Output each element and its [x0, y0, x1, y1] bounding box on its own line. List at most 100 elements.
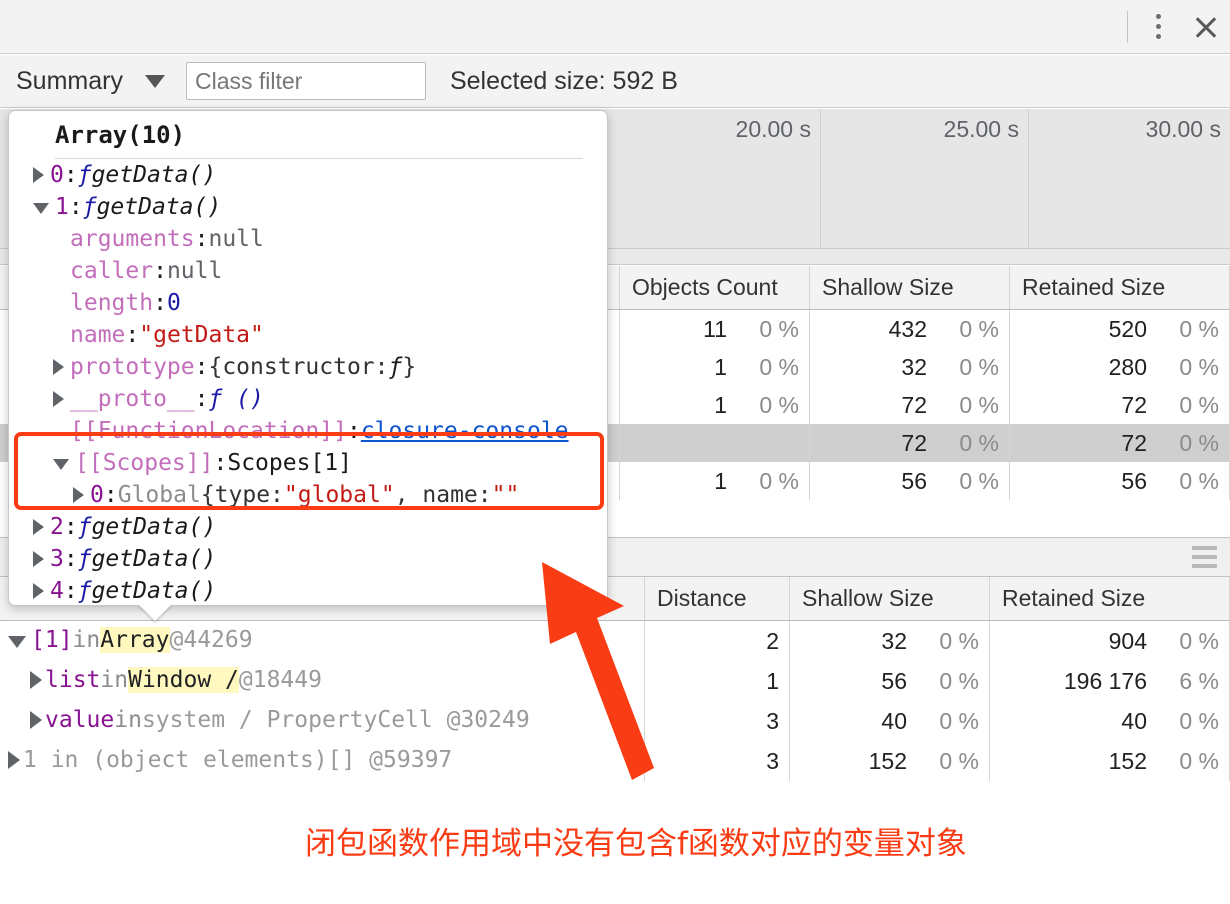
retainer-tree-row[interactable]: 1 in (object elements)[] @59397: [0, 740, 645, 780]
cell-retained-size: 520 0 %: [1010, 310, 1230, 348]
hamburger-icon[interactable]: [1192, 546, 1217, 568]
chevron-down-icon: [144, 74, 165, 88]
close-icon: [1193, 14, 1219, 40]
popup-tree-row[interactable]: 2: ƒ getData(): [9, 511, 607, 543]
collapsed-triangle-icon[interactable]: [73, 487, 84, 503]
cell-retainer-retained-size: 904 0 %: [990, 621, 1230, 661]
cell-objects-count: 10 %: [620, 348, 810, 386]
popup-token-idx: 0: [90, 482, 104, 508]
popup-token-null: null: [208, 226, 264, 252]
kebab-menu-icon: [1155, 14, 1161, 39]
popup-token-obj: , name:: [394, 482, 492, 508]
popup-token-fn: ƒ: [82, 194, 97, 220]
retainer-tree-row[interactable]: [1] in Array @44269: [0, 620, 645, 660]
devtools-window: Summary Selected size: 592 B 20.00 s 25.0…: [0, 0, 1230, 904]
popup-tree-row[interactable]: caller: null: [9, 255, 607, 287]
retainer-key: list: [45, 667, 101, 693]
collapsed-triangle-icon[interactable]: [53, 359, 64, 375]
popup-token-plain: :: [63, 578, 78, 604]
ruler-tick-label: 25.00 s: [943, 116, 1019, 142]
annotation-caption: 闭包函数作用域中没有包含f函数对应的变量对象: [305, 826, 967, 862]
devtools-tabbar: [0, 0, 1230, 54]
collapsed-triangle-icon[interactable]: [30, 711, 42, 729]
cell-retainer-shallow-size: 40 0 %: [790, 701, 990, 741]
popup-tree-row[interactable]: 0: Global {type: "global", name: "": [9, 479, 607, 511]
collapsed-triangle-icon[interactable]: [33, 583, 44, 599]
column-header-retained-size[interactable]: Retained Size: [1010, 266, 1230, 309]
column-header-retainer-shallow-size[interactable]: Shallow Size: [790, 577, 990, 620]
cell-distance: 3: [645, 741, 790, 781]
popup-token-fn: ƒ: [77, 578, 92, 604]
expanded-triangle-icon[interactable]: [53, 459, 69, 470]
popup-tree-row[interactable]: [[Scopes]]: Scopes[1]: [9, 447, 607, 479]
popup-token-plain: :: [68, 194, 83, 220]
collapsed-triangle-icon[interactable]: [33, 519, 44, 535]
popup-token-fnname: getData(): [96, 194, 222, 220]
close-devtools-button[interactable]: [1182, 0, 1230, 54]
cell-retainer-retained-size: 152 0 %: [990, 741, 1230, 781]
popup-token-obj: {constructor:: [208, 354, 389, 380]
popup-token-link[interactable]: closure-console: [361, 418, 569, 444]
popup-tree-row[interactable]: arguments: null: [9, 223, 607, 255]
collapsed-triangle-icon[interactable]: [33, 551, 44, 567]
cell-objects-count: 10 %: [620, 462, 810, 500]
popup-tree-row[interactable]: 1: ƒ getData(): [9, 191, 607, 223]
collapsed-triangle-icon[interactable]: [30, 671, 42, 689]
popup-token-fn: ƒ (): [208, 386, 264, 412]
popup-tree-row[interactable]: [[FunctionLocation]]: closure-console: [9, 415, 607, 447]
collapsed-triangle-icon[interactable]: [8, 751, 20, 769]
popup-tree-row[interactable]: 0: ƒ getData(): [9, 159, 607, 191]
ruler-tick-label: 30.00 s: [1145, 116, 1221, 142]
retainer-preposition: in: [72, 627, 101, 653]
tabbar-divider: [1127, 10, 1128, 43]
column-header-objects-count[interactable]: Objects Count: [620, 266, 810, 309]
popup-token-prop: name: [70, 322, 126, 348]
class-filter-input[interactable]: [185, 62, 426, 100]
cell-distance: 1: [645, 661, 790, 701]
popup-token-plain: :: [346, 418, 361, 444]
popup-tree-row[interactable]: length: 0: [9, 287, 607, 319]
more-options-button[interactable]: [1134, 0, 1182, 54]
view-mode-dropdown[interactable]: Summary: [16, 67, 165, 96]
expanded-triangle-icon[interactable]: [8, 635, 26, 648]
popup-token-dim: Global: [117, 482, 201, 508]
popup-token-obj: {type:: [200, 482, 284, 508]
retainer-key: [1]: [31, 627, 73, 653]
cell-objects-count: [620, 424, 810, 462]
object-preview-popup: Array(10) 0: ƒ getData() 1: ƒ getData() ar…: [8, 110, 608, 606]
popup-token-plain: :: [153, 290, 167, 316]
column-header-distance[interactable]: Distance: [645, 577, 790, 620]
popup-token-plain: :: [63, 514, 78, 540]
popup-token-fn: ƒ: [77, 162, 92, 188]
popup-token-fnname: getData(): [91, 514, 217, 540]
popup-token-null: null: [166, 258, 223, 284]
popup-token-plain: :: [63, 546, 78, 572]
retainer-tree-row[interactable]: list in Window / @18449: [0, 660, 645, 700]
popup-token-prop: __proto__: [70, 386, 195, 412]
column-header-shallow-size[interactable]: Shallow Size: [810, 266, 1010, 309]
cell-retained-size: 72 0 %: [1010, 424, 1230, 462]
column-header-retainer-retained-size[interactable]: Retained Size: [990, 577, 1230, 620]
popup-tree-row[interactable]: name: "getData": [9, 319, 607, 351]
retainer-node-id: @18449: [238, 667, 322, 693]
popup-token-idx: 1: [55, 194, 69, 220]
cell-retainer-shallow-size: 32 0 %: [790, 621, 990, 661]
popup-token-plain: :: [103, 482, 118, 508]
cell-retainer-retained-size: 196 176 6 %: [990, 661, 1230, 701]
retainer-preposition: in: [114, 707, 142, 733]
popup-tree-row[interactable]: __proto__: ƒ (): [9, 383, 607, 415]
popup-tree-row[interactable]: prototype: {constructor: ƒ}: [9, 351, 607, 383]
expanded-triangle-icon[interactable]: [33, 203, 49, 214]
retainers-tree: [1] in Array @44269 list in Window / @184…: [0, 620, 645, 780]
collapsed-triangle-icon[interactable]: [53, 391, 64, 407]
popup-token-idx: 4: [50, 578, 64, 604]
collapsed-triangle-icon[interactable]: [33, 167, 44, 183]
popup-token-fn: ƒ: [77, 546, 92, 572]
popup-tree-row[interactable]: 3: ƒ getData(): [9, 543, 607, 575]
retainer-highlighted-type: Array: [100, 627, 170, 653]
popup-token-plain: :: [125, 322, 140, 348]
popup-tree-row[interactable]: 4: ƒ getData(): [9, 575, 607, 605]
retainer-tree-row[interactable]: value in system / PropertyCell @30249: [0, 700, 645, 740]
popup-token-fnname: ƒ: [388, 354, 403, 380]
cell-distance: 3: [645, 701, 790, 741]
